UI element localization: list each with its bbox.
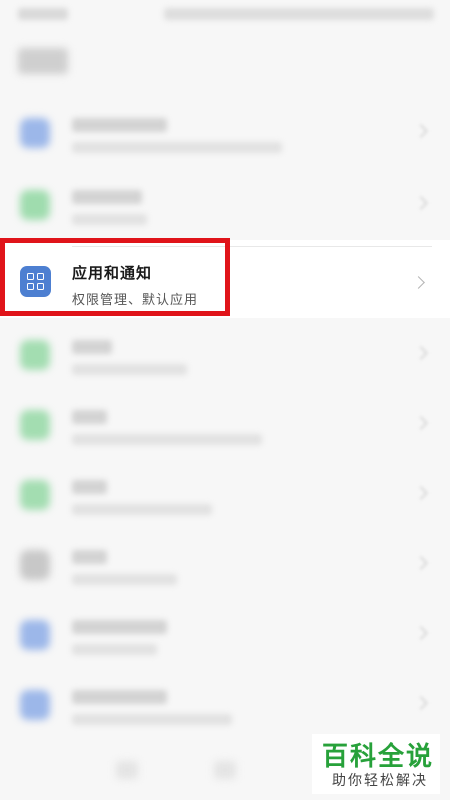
settings-list-lower — [0, 318, 450, 738]
chevron-right-icon — [413, 345, 429, 361]
list-item-subtitle — [72, 434, 262, 445]
list-item[interactable] — [0, 598, 450, 668]
status-bar — [0, 0, 450, 30]
list-item-subtitle — [72, 142, 282, 153]
settings-list — [0, 96, 450, 240]
page-title: 设置 — [18, 48, 68, 74]
list-item[interactable] — [0, 528, 450, 598]
list-item[interactable] — [0, 668, 450, 738]
nav-home-button[interactable] — [214, 761, 236, 779]
chevron-right-icon — [413, 415, 429, 431]
list-item-title — [72, 550, 107, 564]
list-item-subtitle — [72, 574, 177, 585]
apps-grid-icon — [20, 266, 51, 297]
list-item-title — [72, 340, 112, 354]
settings-icon — [20, 690, 50, 720]
nav-back-button[interactable] — [116, 761, 138, 779]
watermark-subtitle: 助你轻松解决 — [332, 773, 428, 789]
settings-icon — [20, 340, 50, 370]
list-item[interactable] — [0, 168, 450, 240]
list-item-title — [72, 118, 167, 132]
watermark-title: 百科全说 — [322, 742, 435, 772]
chevron-right-icon — [413, 695, 429, 711]
settings-icon — [20, 118, 50, 148]
list-item[interactable] — [0, 388, 450, 458]
list-item-subtitle — [72, 644, 157, 655]
list-item[interactable] — [0, 96, 450, 168]
item-subtitle: 权限管理、默认应用 — [72, 293, 199, 308]
status-icons — [164, 8, 434, 20]
list-item-title — [72, 190, 142, 204]
list-item-title — [72, 690, 167, 704]
chevron-right-icon — [413, 485, 429, 501]
chevron-right-icon — [413, 123, 429, 139]
list-item-subtitle — [72, 214, 147, 225]
settings-icon — [20, 480, 50, 510]
status-time — [18, 8, 68, 20]
settings-icon — [20, 620, 50, 650]
chevron-right-icon — [413, 195, 429, 211]
chevron-right-icon — [413, 625, 429, 641]
list-item-subtitle — [72, 504, 212, 515]
list-item[interactable] — [0, 458, 450, 528]
item-title: 应用和通知 — [72, 264, 153, 282]
settings-icon — [20, 190, 50, 220]
list-item-title — [72, 480, 107, 494]
watermark-logo: 百科全说 助你轻松解决 — [312, 734, 440, 794]
list-item[interactable] — [0, 318, 450, 388]
settings-icon — [20, 410, 50, 440]
list-item-title — [72, 410, 107, 424]
settings-icon — [20, 550, 50, 580]
chevron-right-icon — [413, 555, 429, 571]
divider — [72, 246, 432, 247]
list-item-subtitle — [72, 714, 232, 725]
list-item-subtitle — [72, 364, 187, 375]
list-item-title — [72, 620, 167, 634]
apps-and-notifications-item[interactable] — [0, 240, 450, 318]
